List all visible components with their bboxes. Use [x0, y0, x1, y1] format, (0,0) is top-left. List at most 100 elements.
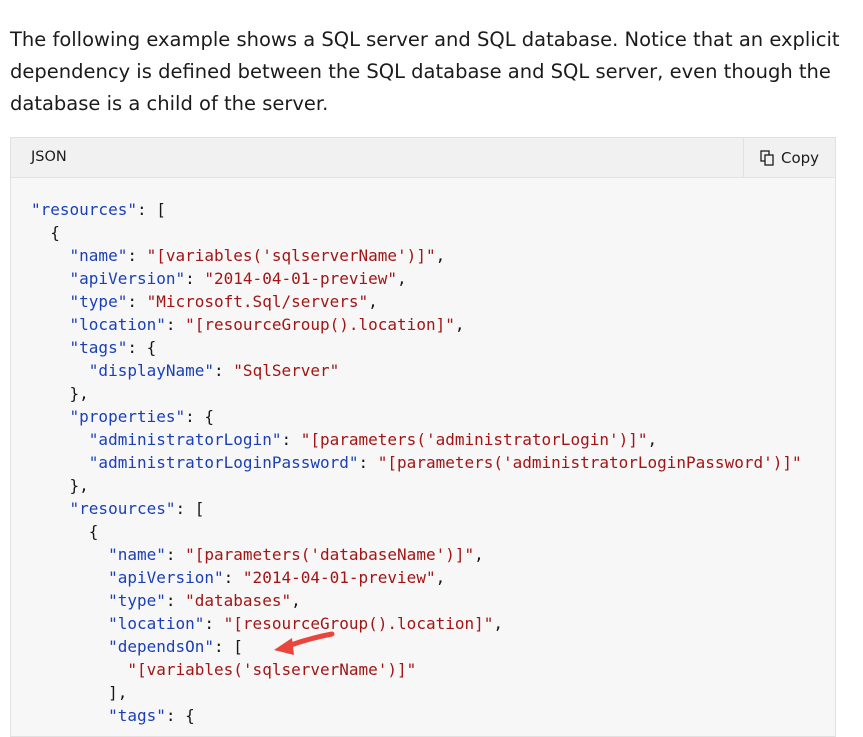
- copy-button[interactable]: Copy: [743, 138, 835, 177]
- json-key: "location": [108, 614, 205, 633]
- json-punctuation: [31, 591, 108, 610]
- json-punctuation: : [: [136, 200, 166, 219]
- json-key: "tags": [108, 706, 166, 725]
- json-punctuation: [31, 614, 108, 633]
- code-line: "type": "databases",: [31, 591, 301, 610]
- json-punctuation: ,: [474, 545, 484, 564]
- json-key: "name": [69, 246, 128, 265]
- copy-button-label: Copy: [780, 148, 820, 167]
- json-punctuation: : {: [165, 706, 195, 725]
- code-line: {: [31, 223, 60, 242]
- json-punctuation: ,: [291, 591, 301, 610]
- code-header: JSON Copy: [11, 138, 835, 178]
- code-content: "resources": [ { "name": "[variables('sq…: [31, 198, 802, 727]
- json-punctuation: [31, 568, 108, 587]
- json-punctuation: :: [214, 361, 234, 380]
- code-line: "displayName": "SqlServer": [31, 361, 339, 380]
- json-key: "apiVersion": [69, 269, 186, 288]
- code-line: "tags": {: [31, 706, 195, 725]
- json-punctuation: {: [31, 223, 60, 242]
- json-string: "[parameters('administratorLogin')]": [300, 430, 648, 449]
- json-punctuation: :: [281, 430, 301, 449]
- json-key: "location": [69, 315, 166, 334]
- json-string: "[resourceGroup().location]": [223, 614, 494, 633]
- code-line: "administratorLogin": "[parameters('admi…: [31, 430, 657, 449]
- json-key: "dependsOn": [108, 637, 215, 656]
- json-punctuation: :: [185, 269, 205, 288]
- json-punctuation: [31, 660, 127, 679]
- code-line: "type": "Microsoft.Sql/servers",: [31, 292, 378, 311]
- json-punctuation: [31, 361, 89, 380]
- json-punctuation: :: [223, 568, 243, 587]
- code-block: JSON Copy "resources": [ { "name": "[var…: [10, 137, 836, 737]
- code-line: "resources": [: [31, 200, 166, 219]
- code-line: "name": "[parameters('databaseName')]",: [31, 545, 484, 564]
- json-punctuation: [31, 545, 108, 564]
- code-line: "location": "[resourceGroup().location]"…: [31, 315, 465, 334]
- json-punctuation: [31, 269, 70, 288]
- json-key: "resources": [31, 200, 137, 219]
- json-punctuation: ,: [647, 430, 658, 449]
- code-line: },: [31, 384, 89, 403]
- json-punctuation: :: [127, 292, 147, 311]
- code-line: "dependsOn": [: [31, 637, 243, 656]
- annotation-arrow-icon: [274, 631, 335, 655]
- json-punctuation: [31, 706, 108, 725]
- json-punctuation: :: [127, 246, 147, 265]
- json-punctuation: [31, 407, 70, 426]
- json-key: "name": [108, 545, 166, 564]
- json-punctuation: :: [358, 453, 378, 472]
- json-punctuation: },: [31, 384, 89, 403]
- json-punctuation: : {: [185, 407, 215, 426]
- json-punctuation: :: [165, 591, 186, 610]
- code-line: "[variables('sqlserverName')]": [31, 660, 416, 679]
- json-key: "type": [108, 591, 166, 610]
- json-punctuation: [31, 499, 70, 518]
- json-string: "[parameters('databaseName')]": [185, 545, 475, 564]
- code-line: "properties": {: [31, 407, 215, 426]
- json-punctuation: ,: [454, 315, 465, 334]
- json-key: "type": [69, 292, 128, 311]
- json-punctuation: ,: [397, 269, 407, 288]
- json-key: "displayName": [88, 361, 215, 380]
- code-line: "apiVersion": "2014-04-01-preview",: [31, 269, 407, 288]
- json-punctuation: {: [31, 522, 99, 541]
- json-key: "apiVersion": [108, 568, 224, 587]
- json-punctuation: : {: [127, 338, 157, 357]
- json-string: "databases": [185, 591, 292, 610]
- code-line: "resources": [: [31, 499, 205, 518]
- json-punctuation: ,: [435, 568, 446, 587]
- code-line: "tags": {: [31, 338, 157, 357]
- json-key: "tags": [69, 338, 128, 357]
- json-punctuation: ,: [368, 292, 378, 311]
- json-punctuation: [31, 453, 89, 472]
- json-punctuation: [31, 637, 108, 656]
- json-key: "resources": [69, 499, 176, 518]
- json-string: "Microsoft.Sql/servers": [146, 292, 369, 311]
- code-line: "location": "[resourceGroup().location]"…: [31, 614, 503, 633]
- json-punctuation: :: [165, 545, 186, 564]
- json-punctuation: ,: [493, 614, 504, 633]
- json-punctuation: ,: [435, 246, 446, 265]
- json-punctuation: ],: [31, 683, 128, 702]
- json-punctuation: },: [31, 476, 89, 495]
- json-punctuation: [31, 338, 70, 357]
- json-punctuation: :: [165, 315, 186, 334]
- json-string: "[variables('sqlserverName')]": [127, 660, 417, 679]
- json-string: "[resourceGroup().location]": [185, 315, 455, 334]
- json-key: "administratorLogin": [88, 430, 282, 449]
- code-line: "name": "[variables('sqlserverName')]",: [31, 246, 446, 265]
- json-punctuation: [31, 292, 70, 311]
- code-language-label: JSON: [31, 149, 67, 165]
- json-string: "[parameters('administratorLoginPassword…: [377, 453, 802, 472]
- json-punctuation: [31, 246, 70, 265]
- copy-icon: [760, 149, 774, 166]
- intro-paragraph: The following example shows a SQL server…: [10, 28, 840, 115]
- json-punctuation: [31, 430, 89, 449]
- json-string: "[variables('sqlserverName')]": [146, 246, 436, 265]
- json-key: "properties": [69, 407, 186, 426]
- code-line: ],: [31, 683, 127, 702]
- json-punctuation: : [: [214, 637, 243, 656]
- code-line: "apiVersion": "2014-04-01-preview",: [31, 568, 445, 587]
- json-punctuation: [31, 315, 70, 334]
